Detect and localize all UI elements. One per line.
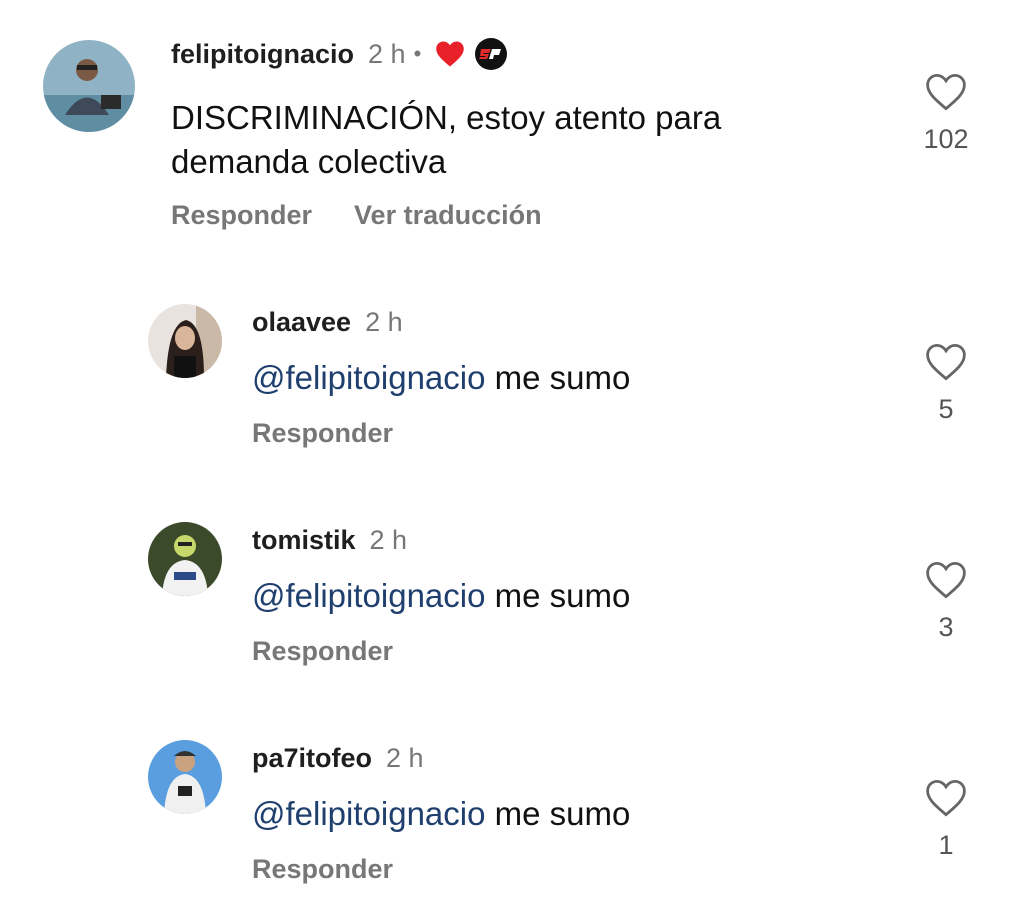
comment-header: olaavee 2 h xyxy=(252,304,403,340)
username[interactable]: felipitoignacio xyxy=(171,39,354,70)
timestamp: 2 h xyxy=(386,742,424,773)
comment-header: felipitoignacio 2 h • xyxy=(171,36,508,72)
reply-text: me sumo xyxy=(485,577,631,614)
reply: olaavee 2 h @felipitoignacio me sumo Res… xyxy=(0,296,1024,466)
separator-dot: • xyxy=(413,41,422,66)
like-column: 1 xyxy=(916,778,976,861)
avatar[interactable] xyxy=(148,304,222,378)
timestamp: 2 h xyxy=(368,38,406,69)
like-heart-icon[interactable] xyxy=(925,342,967,382)
comment-text: @felipitoignacio me sumo xyxy=(252,356,812,400)
avatar-image xyxy=(148,522,222,596)
timestamp: 2 h xyxy=(365,306,403,337)
reply-text: me sumo xyxy=(485,795,631,832)
mention-link[interactable]: @felipitoignacio xyxy=(252,795,485,832)
mention-link[interactable]: @felipitoignacio xyxy=(252,577,485,614)
heart-icon xyxy=(436,41,465,67)
reply-button[interactable]: Responder xyxy=(171,200,312,231)
reply-button[interactable]: Responder xyxy=(252,418,393,449)
see-translation-button[interactable]: Ver traducción xyxy=(354,200,542,231)
reply-text: me sumo xyxy=(485,359,631,396)
like-count: 5 xyxy=(938,394,954,424)
comment-text: @felipitoignacio me sumo xyxy=(252,574,812,618)
comment-text: @felipitoignacio me sumo xyxy=(252,792,812,836)
like-heart-icon[interactable] xyxy=(925,560,967,600)
mention-link[interactable]: @felipitoignacio xyxy=(252,359,485,396)
username[interactable]: olaavee xyxy=(252,307,351,338)
like-heart-icon[interactable] xyxy=(925,778,967,818)
sp-logo-icon xyxy=(475,38,508,70)
like-column: 102 xyxy=(916,72,976,155)
like-column: 3 xyxy=(916,560,976,643)
like-count: 102 xyxy=(923,124,969,154)
like-heart-icon[interactable] xyxy=(925,72,967,112)
like-column: 5 xyxy=(916,342,976,425)
avatar[interactable] xyxy=(148,740,222,814)
comment-actions: Responder Ver traducción xyxy=(171,200,542,231)
username[interactable]: tomistik xyxy=(252,525,356,556)
timestamp: 2 h xyxy=(369,524,408,555)
comment-actions: Responder xyxy=(252,418,393,449)
avatar-image xyxy=(43,40,135,132)
like-count: 3 xyxy=(938,612,954,642)
comment-actions: Responder xyxy=(252,636,393,667)
reply-button[interactable]: Responder xyxy=(252,636,393,667)
reply: pa7itofeo 2 h @felipitoignacio me sumo R… xyxy=(0,732,1024,902)
comment-text: DISCRIMINACIÓN, estoy atento para demand… xyxy=(171,99,722,180)
comment: felipitoignacio 2 h • DISCRIMINACIÓN, es… xyxy=(0,0,1024,260)
username[interactable]: pa7itofeo xyxy=(252,743,372,774)
reply-button[interactable]: Responder xyxy=(252,854,393,885)
like-count: 1 xyxy=(938,830,954,860)
comment-header: pa7itofeo 2 h xyxy=(252,740,424,776)
avatar-image xyxy=(148,304,222,378)
comment-actions: Responder xyxy=(252,854,393,885)
reply: tomistik 2 h @felipitoignacio me sumo Re… xyxy=(0,514,1024,684)
avatar[interactable] xyxy=(43,40,135,132)
avatar[interactable] xyxy=(148,522,222,596)
comment-header: tomistik 2 h xyxy=(252,522,407,558)
avatar-image xyxy=(148,740,222,814)
